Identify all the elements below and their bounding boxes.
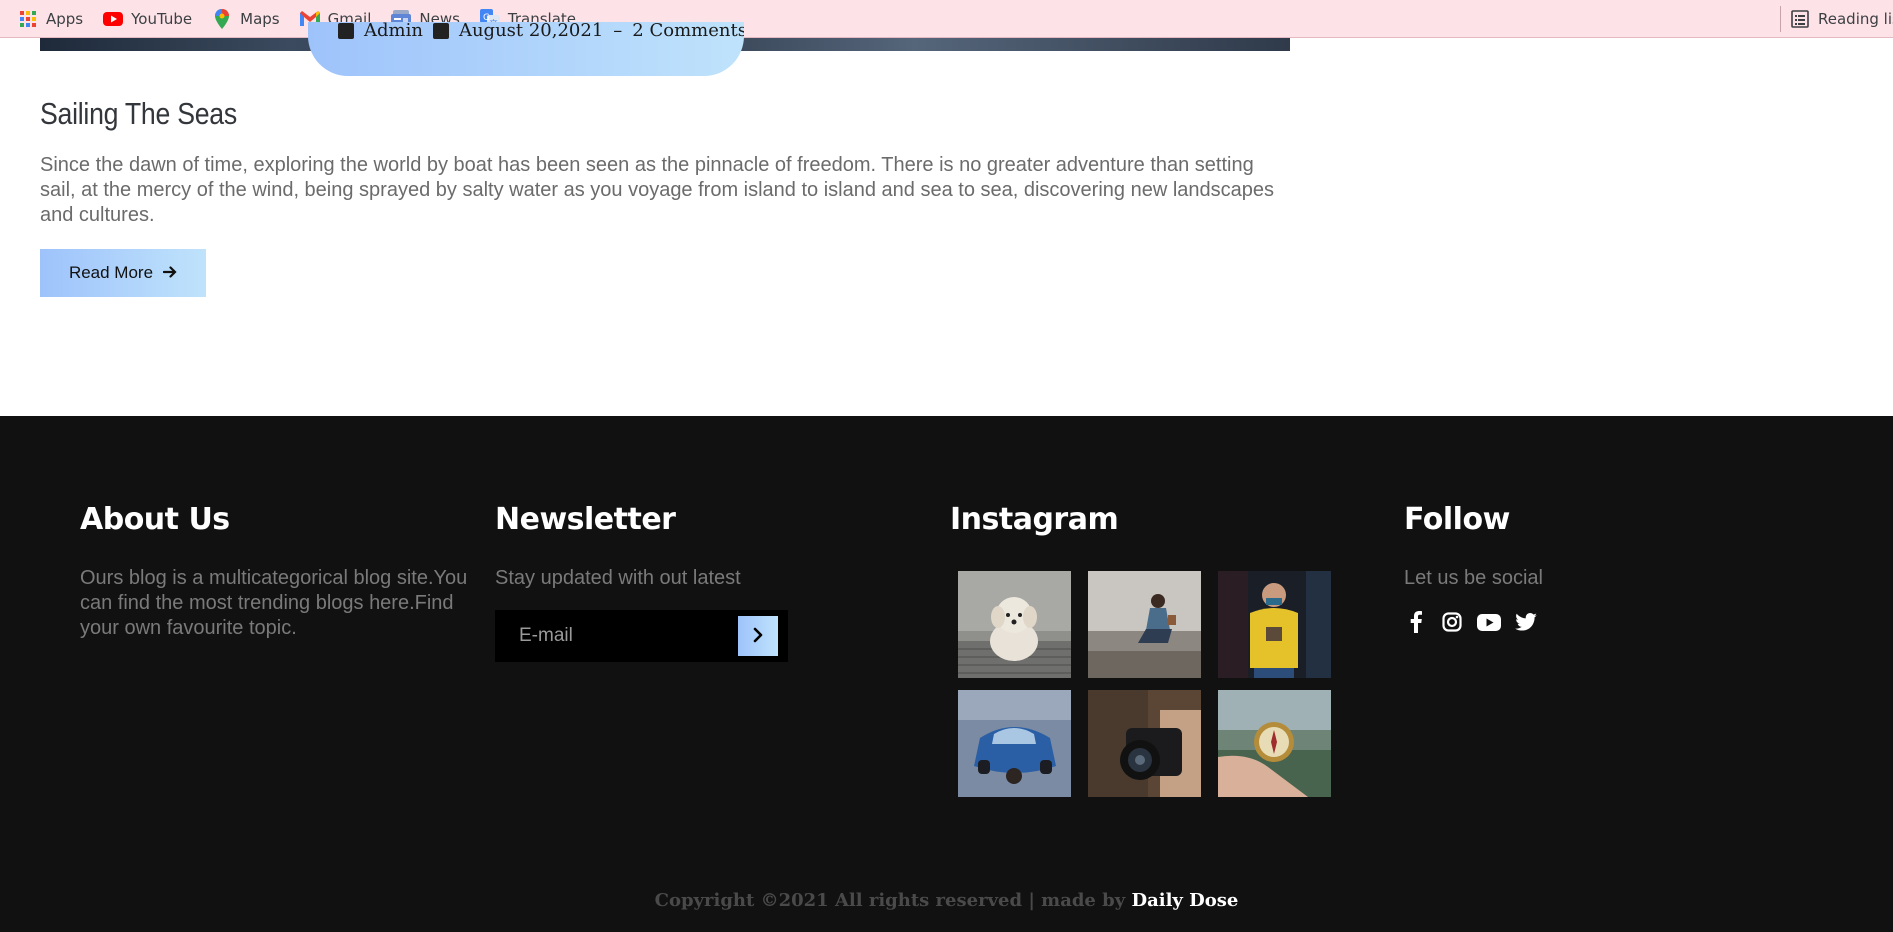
newsletter-submit-button[interactable] <box>738 616 778 656</box>
newsletter-text: Stay updated with out latest <box>495 567 741 589</box>
bookmark-maps[interactable]: Maps <box>206 5 287 33</box>
bookmark-label: YouTube <box>131 9 193 28</box>
dog-photo[interactable] <box>958 571 1071 678</box>
about-heading: About Us <box>80 502 230 537</box>
apps-grid-icon <box>18 9 38 29</box>
reading-list-icon <box>1790 9 1810 29</box>
newsletter-form <box>495 610 788 662</box>
copyright: Copyright ©2021 All rights reserved | ma… <box>0 890 1893 911</box>
brand-link[interactable]: Daily Dose <box>1131 890 1238 911</box>
post-author[interactable]: Admin <box>364 22 423 41</box>
bookmark-youtube[interactable]: YouTube <box>97 5 200 33</box>
post-date: August 20,2021 <box>458 22 604 41</box>
bookmark-label: Apps <box>46 9 84 28</box>
twitter-icon[interactable] <box>1514 610 1538 634</box>
man-yellow-sweater-photo[interactable] <box>1218 571 1331 678</box>
compass-photo[interactable] <box>1218 690 1331 797</box>
post-comments[interactable]: 2 Comments <box>632 22 744 41</box>
follow-text: Let us be social <box>1404 567 1543 589</box>
about-text: Ours blog is a multicategorical blog sit… <box>80 567 468 639</box>
chevron-right-icon <box>751 627 765 646</box>
email-field[interactable] <box>495 610 735 662</box>
instagram-grid <box>958 571 1331 797</box>
copyright-text: Copyright ©2021 All rights reserved | ma… <box>654 890 1126 911</box>
follow-heading: Follow <box>1404 502 1510 537</box>
maps-pin-icon <box>212 8 232 29</box>
reading-list-button[interactable]: Reading lis <box>1790 5 1893 33</box>
instagram-heading: Instagram <box>950 502 1119 537</box>
read-more-label: Read More <box>68 263 154 282</box>
user-icon <box>338 22 354 39</box>
post-excerpt: Since the dawn of time, exploring the wo… <box>40 154 1275 226</box>
bookmarks-bar: Apps YouTube Maps Gmail News G文 Translat… <box>0 0 1893 38</box>
camera-photo[interactable] <box>1088 690 1201 797</box>
read-more-button[interactable]: Read More <box>40 249 206 297</box>
woman-sitting-photo[interactable] <box>1088 571 1201 678</box>
site-footer: About Us Ours blog is a multicategorical… <box>0 416 1893 932</box>
instagram-icon[interactable] <box>1440 610 1464 634</box>
post-title[interactable]: Sailing The Seas <box>40 96 237 132</box>
bookmark-apps[interactable]: Apps <box>12 5 91 33</box>
blue-car-photo[interactable] <box>958 690 1071 797</box>
bookmark-label: Maps <box>240 9 280 28</box>
youtube-icon[interactable] <box>1476 610 1502 634</box>
calendar-icon <box>432 22 449 39</box>
bookmarks-separator <box>1780 6 1781 32</box>
reading-list-label: Reading lis <box>1818 10 1893 28</box>
facebook-icon[interactable] <box>1404 610 1428 634</box>
arrow-right-icon <box>162 263 177 284</box>
youtube-icon <box>103 9 124 29</box>
newsletter-heading: Newsletter <box>495 502 676 537</box>
post-meta-bar: Admin August 20,2021 – 2 Comments <box>308 22 744 76</box>
social-links <box>1404 610 1538 634</box>
comment-icon: – <box>613 22 623 41</box>
